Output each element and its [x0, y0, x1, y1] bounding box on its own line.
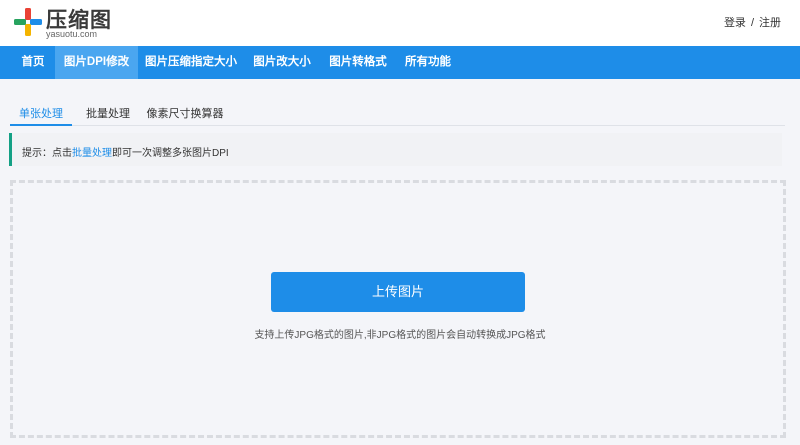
- nav-item-dpi[interactable]: 图片DPI修改: [55, 46, 138, 79]
- tip-suffix: 即可一次调整多张图片DPI: [112, 148, 229, 159]
- auth-links: 登录 / 注册: [724, 14, 781, 30]
- nav-item-convert[interactable]: 图片转格式: [323, 46, 393, 79]
- login-link[interactable]: 登录: [724, 17, 746, 29]
- tip-prefix: 提示：点击: [22, 148, 72, 159]
- main-nav: 首页 图片DPI修改 图片压缩指定大小 图片改大小 图片转格式 所有功能: [0, 46, 800, 79]
- nav-item-resize[interactable]: 图片改大小: [246, 46, 318, 79]
- nav-item-home[interactable]: 首页: [12, 46, 54, 79]
- nav-item-compress-size[interactable]: 图片压缩指定大小: [141, 46, 241, 79]
- logo-cross-icon: [14, 8, 42, 36]
- tab-batch[interactable]: 批量处理: [80, 98, 136, 126]
- register-link[interactable]: 注册: [759, 17, 781, 29]
- tip-banner: 提示：点击批量处理即可一次调整多张图片DPI: [9, 133, 782, 166]
- tab-pixel-calculator[interactable]: 像素尺寸换算器: [142, 98, 228, 126]
- tab-single[interactable]: 单张处理: [10, 98, 72, 126]
- auth-separator: /: [750, 17, 754, 29]
- upload-image-button[interactable]: 上传图片: [271, 272, 525, 312]
- site-logo[interactable]: 压缩图 yasuotu.com: [13, 5, 123, 41]
- logo-domain: yasuotu.com: [46, 29, 98, 39]
- tip-batch-link[interactable]: 批量处理: [72, 148, 112, 159]
- site-header: 压缩图 yasuotu.com 登录 / 注册: [0, 0, 800, 46]
- upload-format-note: 支持上传JPG格式的图片,非JPG格式的图片会自动转换成JPG格式: [254, 330, 546, 341]
- mode-tabs: 单张处理 批量处理 像素尺寸换算器: [10, 98, 785, 126]
- nav-item-all[interactable]: 所有功能: [398, 46, 458, 79]
